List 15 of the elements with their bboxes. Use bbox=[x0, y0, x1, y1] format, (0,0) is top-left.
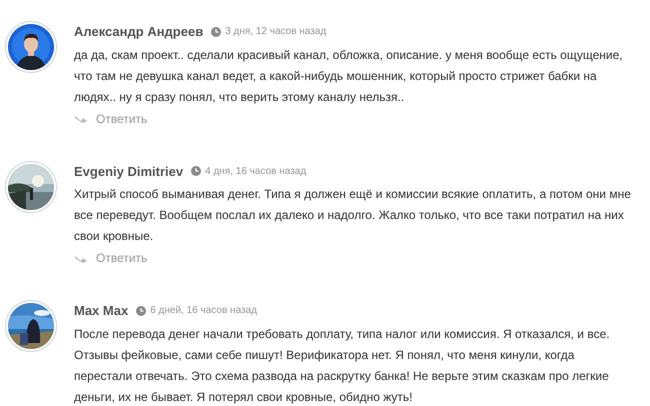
comment-text: Хитрый способ выманивая денег. Типа я должен ещё и комиссии всякие оплатить, а потом они мне все переведут. Вообщем послал их далеко и надолго. Жалко только, что все таки потратил на них свои кровные. bbox=[74, 186, 632, 245]
reply-link[interactable]: Ответить bbox=[74, 249, 148, 267]
author-name: Evgeniy Dimitriev bbox=[74, 162, 184, 181]
reply-link[interactable]: Ответить bbox=[74, 110, 148, 128]
comment-time: 6 дней, 16 часов назад bbox=[150, 304, 257, 318]
comment-time: 3 дня, 12 часов назад bbox=[225, 25, 326, 40]
clock-icon bbox=[136, 306, 146, 316]
clock-icon bbox=[191, 166, 202, 176]
reply-arrow-icon bbox=[74, 113, 88, 124]
comment-text: После перевода денег начали требовать доплату, типа налог или комиссия. Я отказался, и все. Отзывы фейковые, сами себе пишут! Верификатора нет. Я понял, что меня кинули, когда перестали отвечать. Это схема развода на раскрутку банка! Не верьте этим сказкам про легкие деньги, их не бывает. Я потерял свои кровные, обидно жуть! bbox=[74, 326, 611, 406]
author-name: Max Max bbox=[74, 302, 128, 320]
comment-text: да да, скам проект.. сделали красивый канал, обложка, описание. у меня вообще есть ощущение, что там не девушка канал ведет, а какой-нибудь мошенник, который просто стрижет бабки на людях.. ну я сразу понял, что верить этому каналу нельзя.. bbox=[74, 46, 624, 106]
clock-icon bbox=[211, 26, 222, 37]
author-name: Александр Андреев bbox=[74, 23, 204, 41]
comment-time: 4 дня, 16 часов назад bbox=[205, 164, 306, 179]
